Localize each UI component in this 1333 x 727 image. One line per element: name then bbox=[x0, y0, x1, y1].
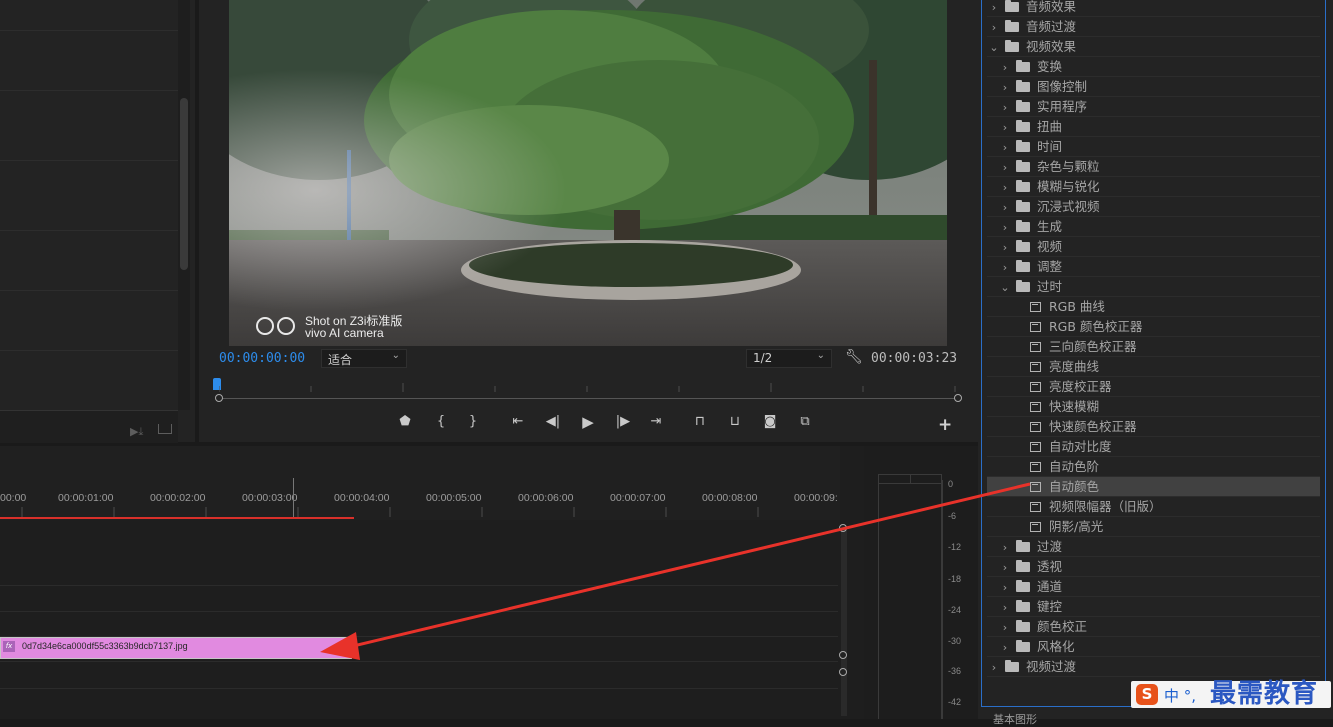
lift-button[interactable]: ⊓ bbox=[687, 410, 713, 434]
play-button[interactable]: ▶ bbox=[575, 410, 601, 434]
basic-graphics-tab[interactable]: 基本图形 bbox=[993, 711, 1037, 727]
meter-scale-axis bbox=[942, 480, 943, 719]
timeline-scroll-track[interactable] bbox=[841, 530, 847, 716]
project-row-divider bbox=[0, 350, 178, 351]
work-area-bar[interactable] bbox=[0, 517, 354, 519]
project-row-divider bbox=[0, 230, 178, 231]
meter-peak-line bbox=[878, 483, 942, 484]
meter-scale-label: -6 bbox=[948, 511, 957, 521]
meter-scale-label: -24 bbox=[948, 605, 962, 615]
resolution-dropdown-value: 1/2 bbox=[753, 351, 773, 365]
meter-scale-label: -42 bbox=[948, 697, 962, 707]
fit-dropdown-value: 适合 bbox=[328, 353, 353, 367]
brand-watermark: 最需教育 bbox=[1210, 679, 1319, 709]
effects-panel-focus-border bbox=[981, 0, 1326, 707]
go-to-in-button[interactable]: ⇤ bbox=[505, 410, 531, 434]
insert-icon[interactable]: ▶⤓ bbox=[130, 425, 143, 439]
timeline-vertical-scrollbar[interactable] bbox=[838, 528, 850, 718]
scrub-start-handle[interactable] bbox=[215, 394, 223, 402]
compare-view-button[interactable]: ⧉ bbox=[792, 410, 818, 434]
add-button-plus-icon[interactable]: + bbox=[938, 415, 952, 435]
duration-timecode: 00:00:03:23 bbox=[871, 351, 958, 366]
monitor-ruler-ticks bbox=[219, 383, 956, 392]
meter-scale-label: -18 bbox=[948, 574, 962, 584]
scrub-end-handle[interactable] bbox=[954, 394, 962, 402]
project-panel bbox=[0, 0, 195, 442]
video-watermark: Shot on Z3i标准版 vivo AI camera bbox=[305, 315, 402, 339]
track-divider bbox=[0, 585, 838, 586]
timeline-playhead-line[interactable] bbox=[293, 478, 294, 518]
meter-scale-label: -36 bbox=[948, 666, 962, 676]
video-preview: Shot on Z3i标准版 vivo AI camera bbox=[229, 0, 947, 346]
export-frame-camera-icon[interactable]: ◙ bbox=[757, 410, 783, 434]
fit-dropdown[interactable]: 适合 ⌄ bbox=[321, 349, 407, 368]
timeline-scroll-handle[interactable] bbox=[839, 668, 847, 676]
clip-fx-badge: fx bbox=[3, 641, 15, 652]
step-back-button[interactable]: ◀| bbox=[540, 410, 566, 434]
overwrite-icon[interactable] bbox=[158, 424, 172, 434]
chevron-down-icon: ⌄ bbox=[391, 350, 400, 361]
meter-scale-label: -12 bbox=[948, 542, 962, 552]
chevron-down-icon: ⌄ bbox=[816, 350, 825, 361]
project-row-divider bbox=[0, 90, 178, 91]
project-scrollbar-thumb[interactable] bbox=[180, 98, 188, 270]
track-divider bbox=[0, 611, 838, 612]
project-bottom-bar bbox=[0, 410, 178, 443]
wrench-icon[interactable]: 🔧︎ bbox=[845, 349, 863, 365]
video-frame-image bbox=[229, 0, 947, 346]
timeline-ruler-ticks bbox=[21, 507, 759, 517]
track-divider bbox=[0, 688, 838, 689]
ime-logo-icon[interactable]: S bbox=[1136, 684, 1158, 705]
playhead-scrubber-track[interactable] bbox=[219, 398, 959, 399]
transport-controls: ⬟ { } ⇤ ◀| ▶ |▶ ⇥ ⊓ ⊔ ◙ ⧉ bbox=[390, 410, 820, 434]
clip-label: 0d7d34e6ca000df55c3363b9dcb7137.jpg bbox=[22, 641, 188, 651]
meter-bar-frame bbox=[878, 474, 942, 719]
timeline-scroll-handle[interactable] bbox=[839, 524, 847, 532]
video-watermark-line2: vivo AI camera bbox=[305, 326, 384, 340]
add-marker-button[interactable]: ⬟ bbox=[392, 410, 418, 434]
mark-in-button[interactable]: { bbox=[428, 410, 454, 434]
track-divider bbox=[0, 661, 838, 662]
ime-mode-text[interactable]: 中 °, bbox=[1164, 685, 1196, 706]
current-timecode[interactable]: 00:00:00:00 bbox=[219, 351, 305, 366]
mark-out-button[interactable]: } bbox=[460, 410, 486, 434]
meter-scale-label: -30 bbox=[948, 636, 962, 646]
go-to-out-button[interactable]: ⇥ bbox=[643, 410, 669, 434]
project-row-divider bbox=[0, 160, 178, 161]
resolution-dropdown[interactable]: 1/2 ⌄ bbox=[746, 349, 832, 368]
extract-button[interactable]: ⊔ bbox=[722, 410, 748, 434]
project-row-divider bbox=[0, 30, 178, 31]
meter-scale-label: 0 bbox=[948, 479, 954, 489]
timeline-scroll-handle[interactable] bbox=[839, 651, 847, 659]
step-forward-button[interactable]: |▶ bbox=[610, 410, 636, 434]
project-row-divider bbox=[0, 290, 178, 291]
